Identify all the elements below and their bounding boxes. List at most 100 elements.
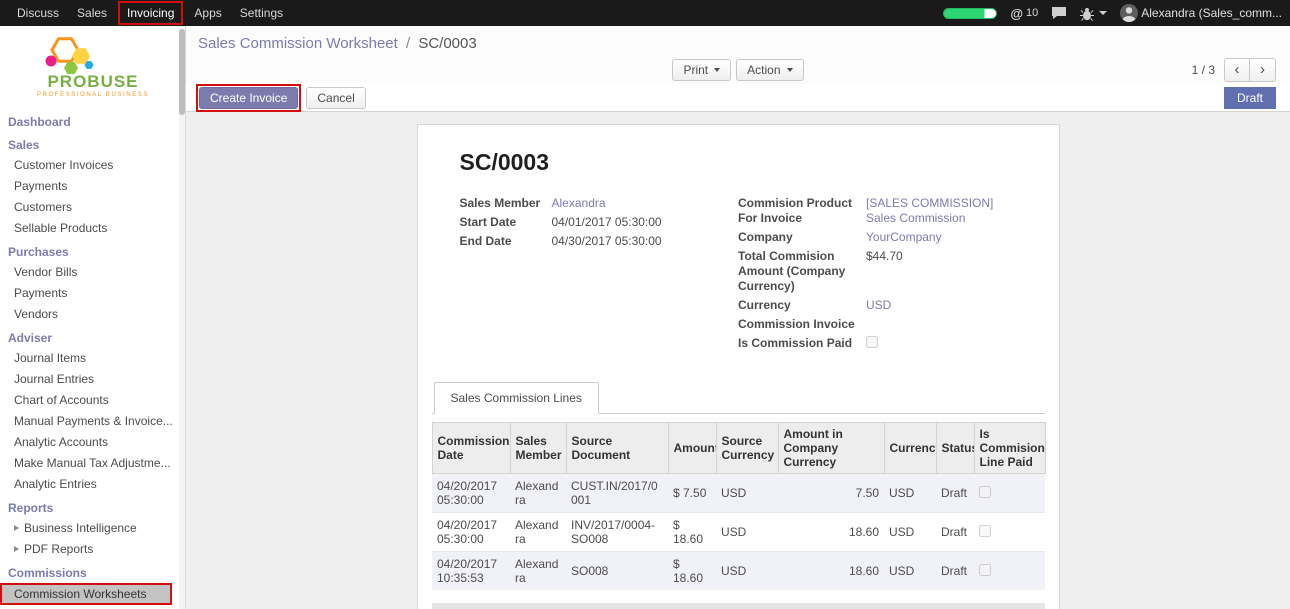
debug-menu-button[interactable] (1080, 6, 1107, 21)
sidebar-item-chart-of-accounts[interactable]: Chart of Accounts (0, 390, 185, 411)
messages-button[interactable] (1051, 6, 1067, 20)
topbar-menu-apps[interactable]: Apps (185, 0, 230, 26)
end-date-label: End Date (460, 234, 552, 249)
cell-src-currency: USD (716, 552, 778, 591)
topbar-menu-invoicing[interactable]: Invoicing (120, 3, 181, 23)
sidebar-item-pdf-reports[interactable]: PDF Reports (0, 539, 185, 560)
pager-value: 1 / 3 (1192, 63, 1215, 77)
sidebar-item-label: PDF Reports (24, 542, 93, 556)
username: Alexandra (Sales_comm... (1141, 6, 1282, 20)
sales-member-value[interactable]: Alexandra (552, 196, 606, 211)
sidebar-item-business-intelligence[interactable]: Business Intelligence (0, 518, 185, 539)
status-badge[interactable]: Draft (1224, 87, 1276, 109)
is-commission-paid-label: Is Commission Paid (738, 336, 866, 351)
pager-nav: ‹ › (1224, 58, 1276, 82)
commission-product-value[interactable]: [SALES COMMISSION] Sales Commission (866, 196, 1017, 226)
sidebar-item-sales-commissions-lines[interactable]: Sales Commissions Lines (0, 605, 185, 609)
topbar-menu-settings[interactable]: Settings (231, 0, 292, 26)
cell-member: Alexandra (510, 552, 566, 591)
pager: 1 / 3 ‹ › (1192, 58, 1276, 82)
sidebar-item-sellable-products[interactable]: Sellable Products (0, 218, 185, 239)
sidebar-heading-adviser[interactable]: Adviser (0, 325, 185, 348)
col-commission-date[interactable]: Commission Date (432, 423, 510, 474)
col-amount[interactable]: Amount (668, 423, 716, 474)
action-label: Action (747, 63, 780, 77)
logo-circle-pink (45, 56, 56, 67)
sidebar-item-analytic-accounts[interactable]: Analytic Accounts (0, 432, 185, 453)
col-source-currency[interactable]: Source Currency (716, 423, 778, 474)
form-view: SC/0003 Sales Member Alexandra Start Dat… (186, 112, 1290, 609)
cell-currency: USD (884, 474, 936, 513)
caret-down-icon (714, 68, 720, 72)
activities-button[interactable]: @ 10 (1010, 6, 1038, 21)
probuse-logo[interactable]: PROBUSE PROFESSIONAL BUSINESS (0, 26, 185, 107)
total-amount: 44.70 (668, 603, 716, 609)
sidebar-item-customers[interactable]: Customers (0, 197, 185, 218)
topbar-menu-discuss[interactable]: Discuss (8, 0, 68, 26)
sidebar-item-journal-entries[interactable]: Journal Entries (0, 369, 185, 390)
currency-label: Currency (738, 298, 866, 313)
table-row[interactable]: 04/20/2017 05:30:00 Alexandra CUST.IN/20… (432, 474, 1045, 513)
action-menu-button[interactable]: Action (736, 59, 803, 81)
topbar-menu-sales[interactable]: Sales (68, 0, 116, 26)
sidebar-heading-sales[interactable]: Sales (0, 132, 185, 155)
sidebar-heading-dashboard[interactable]: Dashboard (0, 109, 185, 132)
sidebar-item-commission-worksheets[interactable]: Commission Worksheets (0, 583, 172, 605)
activity-count: 10 (1026, 7, 1038, 19)
col-amount-in-company-currency[interactable]: Amount in Company Currency (778, 423, 884, 474)
sidebar-scrollbar-thumb[interactable] (179, 29, 185, 115)
sidebar-item-manual-payments-invoice[interactable]: Manual Payments & Invoice... (0, 411, 185, 432)
sidebar-heading-commissions[interactable]: Commissions (0, 560, 185, 583)
bug-icon (1080, 6, 1094, 21)
commission-product-label: Commision Product For Invoice (738, 196, 866, 226)
pager-previous-button[interactable]: ‹ (1224, 58, 1250, 82)
sidebar: PROBUSE PROFESSIONAL BUSINESS Dashboard … (0, 26, 186, 609)
sidebar-item-analytic-entries[interactable]: Analytic Entries (0, 474, 185, 495)
table-row[interactable]: 04/20/2017 05:30:00 Alexandra INV/2017/0… (432, 513, 1045, 552)
progress-indicator (943, 8, 997, 19)
totals-row: 44.70 44.70 (432, 603, 1045, 609)
commission-invoice-label: Commission Invoice (738, 317, 866, 332)
col-is-commission-line-paid[interactable]: Is Commision Line Paid (974, 423, 1045, 474)
cell-amount: $ 7.50 (668, 474, 716, 513)
cell-src-currency: USD (716, 474, 778, 513)
user-menu[interactable]: Alexandra (Sales_comm... (1120, 4, 1282, 22)
caret-down-icon (1099, 11, 1107, 15)
print-menu-button[interactable]: Print (672, 59, 731, 81)
cell-status: Draft (936, 552, 974, 591)
currency-value[interactable]: USD (866, 298, 891, 313)
col-currency[interactable]: Currency (884, 423, 936, 474)
cell-status: Draft (936, 513, 974, 552)
breadcrumb-parent[interactable]: Sales Commission Worksheet (198, 35, 398, 52)
sidebar-item-journal-items[interactable]: Journal Items (0, 348, 185, 369)
pager-next-button[interactable]: › (1250, 58, 1276, 82)
table-spacer (432, 590, 1045, 603)
action-bar: Create Invoice Cancel Draft (186, 84, 1290, 112)
control-panel: Sales Commission Worksheet / SC/0003 Pri… (186, 26, 1290, 84)
tab-sales-commission-lines[interactable]: Sales Commission Lines (434, 382, 599, 414)
breadcrumb-current: SC/0003 (418, 35, 476, 52)
sidebar-item-vendors[interactable]: Vendors (0, 304, 185, 325)
cell-date: 04/20/2017 05:30:00 (432, 513, 510, 552)
chat-icon (1051, 6, 1067, 20)
app-window: Discuss Sales Invoicing Apps Settings @ … (0, 0, 1290, 609)
field-groups: Sales Member Alexandra Start Date 04/01/… (460, 196, 1017, 356)
logo-title: PROBUSE (47, 72, 138, 91)
company-value[interactable]: YourCompany (866, 230, 942, 245)
is-commission-paid-checkbox (866, 336, 878, 348)
sidebar-item-payments-purchases[interactable]: Payments (0, 283, 185, 304)
sidebar-item-make-manual-tax-adjustment[interactable]: Make Manual Tax Adjustme... (0, 453, 185, 474)
sidebar-heading-reports[interactable]: Reports (0, 495, 185, 518)
line-paid-checkbox (979, 525, 991, 537)
col-sales-member[interactable]: Sales Member (510, 423, 566, 474)
sidebar-item-customer-invoices[interactable]: Customer Invoices (0, 155, 185, 176)
sidebar-item-vendor-bills[interactable]: Vendor Bills (0, 262, 185, 283)
col-status[interactable]: Status (936, 423, 974, 474)
sidebar-item-payments-sales[interactable]: Payments (0, 176, 185, 197)
cancel-button[interactable]: Cancel (306, 87, 365, 109)
create-invoice-button[interactable]: Create Invoice (199, 87, 298, 109)
table-row[interactable]: 04/20/2017 10:35:53 Alexandra SO008 $ 18… (432, 552, 1045, 591)
sidebar-heading-purchases[interactable]: Purchases (0, 239, 185, 262)
col-source-document[interactable]: Source Document (566, 423, 668, 474)
print-label: Print (683, 63, 708, 77)
